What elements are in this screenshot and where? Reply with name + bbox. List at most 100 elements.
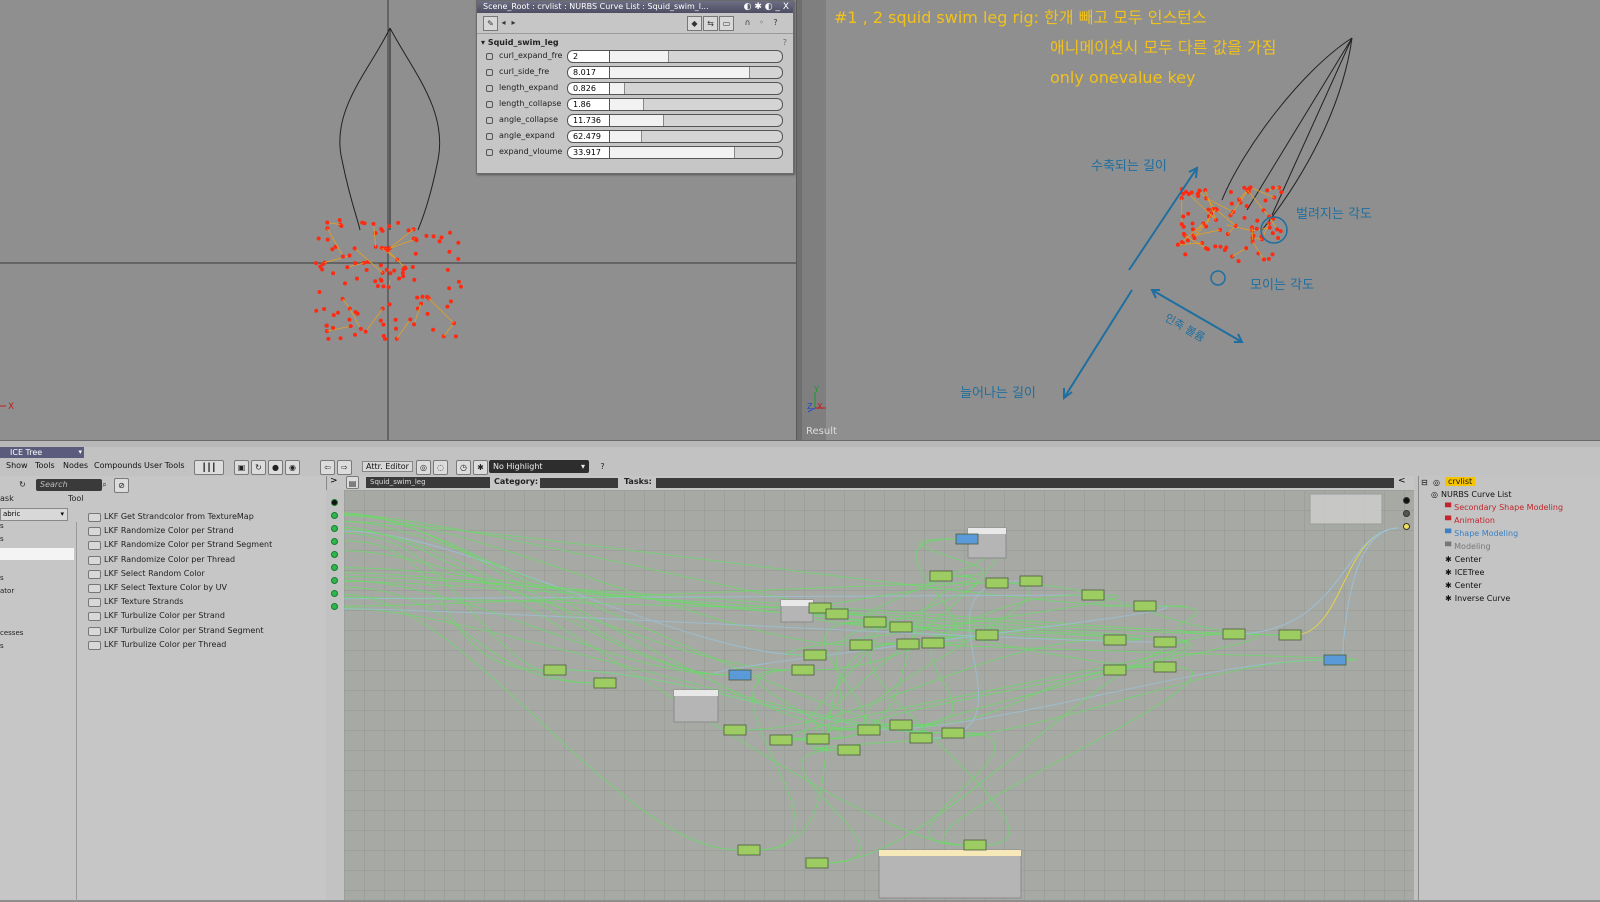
globe-icon[interactable]: ◉ xyxy=(285,460,300,475)
menu-nodes[interactable]: Nodes xyxy=(63,461,88,470)
compound-frame-header[interactable] xyxy=(968,528,1006,534)
magnet-icon[interactable]: ∩ xyxy=(741,16,754,29)
compound-item[interactable]: LKF Turbulize Color per Strand xyxy=(82,609,322,623)
search-icon[interactable]: ⌕ xyxy=(98,478,111,491)
forward-arrow-icon[interactable]: ▸ xyxy=(507,16,520,29)
highlight-select[interactable]: No Highlight ▾ xyxy=(489,460,589,473)
input-port[interactable] xyxy=(331,577,338,584)
ice-node[interactable] xyxy=(1020,576,1042,586)
camera-off-icon[interactable]: ◌ xyxy=(433,460,448,475)
category-select[interactable]: abric ▾ xyxy=(0,508,68,521)
param-slider[interactable] xyxy=(609,82,783,95)
animation-key-icon[interactable] xyxy=(486,149,493,156)
graph-minimap[interactable] xyxy=(1310,494,1382,524)
ice-node[interactable] xyxy=(770,735,792,745)
viewport-left[interactable]: X Scene_Root : crvlist : NURBS Curve Lis… xyxy=(0,0,796,440)
compound-item[interactable]: LKF Turbulize Color per Strand Segment xyxy=(82,624,322,638)
animation-key-icon[interactable] xyxy=(486,85,493,92)
clock-icon[interactable]: ◷ xyxy=(456,460,471,475)
animation-key-icon[interactable] xyxy=(486,117,493,124)
camera-icon[interactable]: ◎ xyxy=(416,460,431,475)
category-item[interactable]: ator xyxy=(0,587,14,595)
refresh-icon[interactable]: ↻ xyxy=(16,478,29,491)
compound-item[interactable]: LKF Texture Strands xyxy=(82,595,322,609)
input-port[interactable] xyxy=(331,590,338,597)
forward-arrow-icon[interactable]: ⇨ xyxy=(337,460,352,475)
collapse-arrow-icon[interactable]: > xyxy=(330,476,338,486)
ice-node[interactable] xyxy=(729,670,751,680)
ice-node[interactable] xyxy=(826,609,848,619)
lock-icon[interactable]: ▣ xyxy=(234,460,249,475)
horizontal-splitter[interactable] xyxy=(0,440,1600,447)
ice-node[interactable] xyxy=(956,534,978,544)
ice-node[interactable] xyxy=(890,622,912,632)
back-arrow-icon[interactable]: ⇦ xyxy=(320,460,335,475)
compound-frame-header[interactable] xyxy=(781,600,813,606)
expand-arrow-icon[interactable]: < xyxy=(1398,476,1406,486)
ice-node[interactable] xyxy=(976,630,998,640)
input-port[interactable] xyxy=(331,538,338,545)
ice-node[interactable] xyxy=(804,650,826,660)
ice-node[interactable] xyxy=(1104,635,1126,645)
ice-node[interactable] xyxy=(890,720,912,730)
param-value-field[interactable]: 1.86 xyxy=(567,98,614,111)
output-port[interactable] xyxy=(1403,497,1410,504)
explorer-item[interactable]: ▀Shape Modeling xyxy=(1445,529,1518,538)
animation-key-icon[interactable] xyxy=(486,69,493,76)
compound-frame-header[interactable] xyxy=(674,690,718,696)
tab-task[interactable]: ask xyxy=(0,494,14,503)
attr-editor-button[interactable]: Attr. Editor xyxy=(362,461,413,472)
ice-node[interactable] xyxy=(897,639,919,649)
window-buttons[interactable]: ◐ ✱ ◐ _ X xyxy=(744,1,789,13)
ice-node[interactable] xyxy=(544,665,566,675)
input-port[interactable] xyxy=(331,564,338,571)
compound-item[interactable]: LKF Randomize Color per Strand xyxy=(82,524,322,538)
input-port[interactable] xyxy=(331,512,338,519)
ice-node[interactable] xyxy=(738,845,760,855)
compound-item[interactable]: LKF Select Random Color xyxy=(82,567,322,581)
compound-item[interactable]: LKF Turbulize Color per Thread xyxy=(82,638,322,652)
animation-key-icon[interactable] xyxy=(486,101,493,108)
compound-item[interactable]: LKF Get Strandcolor from TextureMap xyxy=(82,510,322,524)
explorer-item[interactable]: ✱ICETree xyxy=(1445,568,1484,577)
param-value-field[interactable]: 62.479 xyxy=(567,130,614,143)
category-item[interactable] xyxy=(0,548,74,560)
ice-node[interactable] xyxy=(964,840,986,850)
ice-node[interactable] xyxy=(986,578,1008,588)
output-port[interactable] xyxy=(1403,510,1410,517)
settings-icon[interactable]: ◦ xyxy=(755,16,768,29)
chevron-down-icon[interactable]: ▾ xyxy=(78,447,82,458)
menu-compounds[interactable]: Compounds xyxy=(94,461,142,470)
node-graph[interactable] xyxy=(344,490,1414,900)
explorer-item[interactable]: ✱Center xyxy=(1445,581,1482,590)
compound-frame-header[interactable] xyxy=(879,850,1021,856)
ice-node[interactable] xyxy=(864,617,886,627)
explorer-item[interactable]: ◎NURBS Curve List xyxy=(1431,490,1511,499)
explorer-item[interactable]: ✱Center xyxy=(1445,555,1482,564)
menu-tools[interactable]: Tools xyxy=(35,461,55,470)
ice-node[interactable] xyxy=(1082,590,1104,600)
ice-node[interactable] xyxy=(792,665,814,675)
ice-node[interactable] xyxy=(910,733,932,743)
animation-key-icon[interactable] xyxy=(486,53,493,60)
ice-node[interactable] xyxy=(858,725,880,735)
ice-node[interactable] xyxy=(594,678,616,688)
tasks-field[interactable] xyxy=(656,478,1394,488)
menu-user-tools[interactable]: User Tools xyxy=(144,461,184,470)
tree-name-field[interactable]: Squid_swim_leg xyxy=(366,477,490,488)
ice-node[interactable] xyxy=(1134,601,1156,611)
property-panel[interactable]: Scene_Root : crvlist : NURBS Curve List … xyxy=(476,0,794,174)
viewport-right[interactable]: #1 , 2 squid swim leg rig: 한개 빼고 모두 인스턴스… xyxy=(802,0,1600,440)
ice-node[interactable] xyxy=(850,640,872,650)
lock-icon[interactable]: ◆ xyxy=(687,16,702,31)
menu-show[interactable]: Show xyxy=(6,461,28,470)
input-port[interactable] xyxy=(331,499,338,506)
input-port[interactable] xyxy=(331,525,338,532)
help-icon[interactable]: ? xyxy=(769,16,782,29)
explorer-item[interactable]: ▀Animation xyxy=(1445,516,1495,525)
animation-key-icon[interactable] xyxy=(486,133,493,140)
ice-tree-title[interactable]: ICE Tree ▾ xyxy=(0,447,84,458)
compound-frame[interactable] xyxy=(879,850,1021,898)
ice-node[interactable] xyxy=(922,638,944,648)
ice-node[interactable] xyxy=(807,734,829,744)
